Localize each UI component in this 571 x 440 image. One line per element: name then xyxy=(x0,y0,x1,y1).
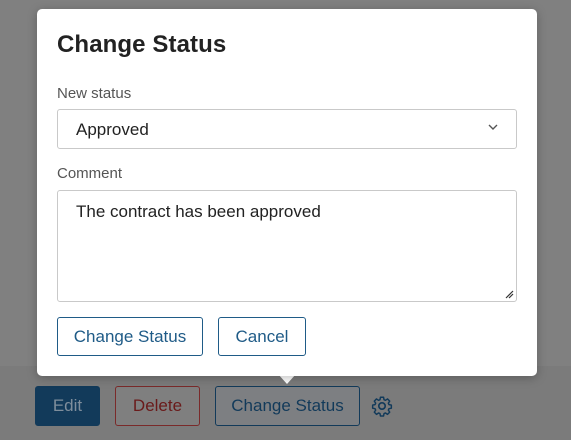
new-status-label: New status xyxy=(57,85,132,102)
chevron-down-icon xyxy=(488,124,498,130)
delete-button[interactable]: Delete xyxy=(115,386,200,426)
comment-textarea[interactable]: The contract has been approved xyxy=(57,190,517,302)
gear-icon[interactable] xyxy=(371,395,393,417)
cancel-button[interactable]: Cancel xyxy=(218,317,306,356)
dialog-title: Change Status xyxy=(57,31,227,58)
status-select-value: Approved xyxy=(76,120,149,139)
change-status-confirm-button[interactable]: Change Status xyxy=(57,317,203,356)
comment-text: The contract has been approved xyxy=(76,202,321,221)
change-status-toolbar-button[interactable]: Change Status xyxy=(215,386,360,426)
comment-label: Comment xyxy=(57,165,123,182)
change-status-dialog: Change Status New status Approved Commen… xyxy=(37,9,537,376)
edit-button[interactable]: Edit xyxy=(35,386,100,426)
resize-handle-icon[interactable] xyxy=(504,289,514,299)
status-select[interactable]: Approved xyxy=(57,109,517,149)
